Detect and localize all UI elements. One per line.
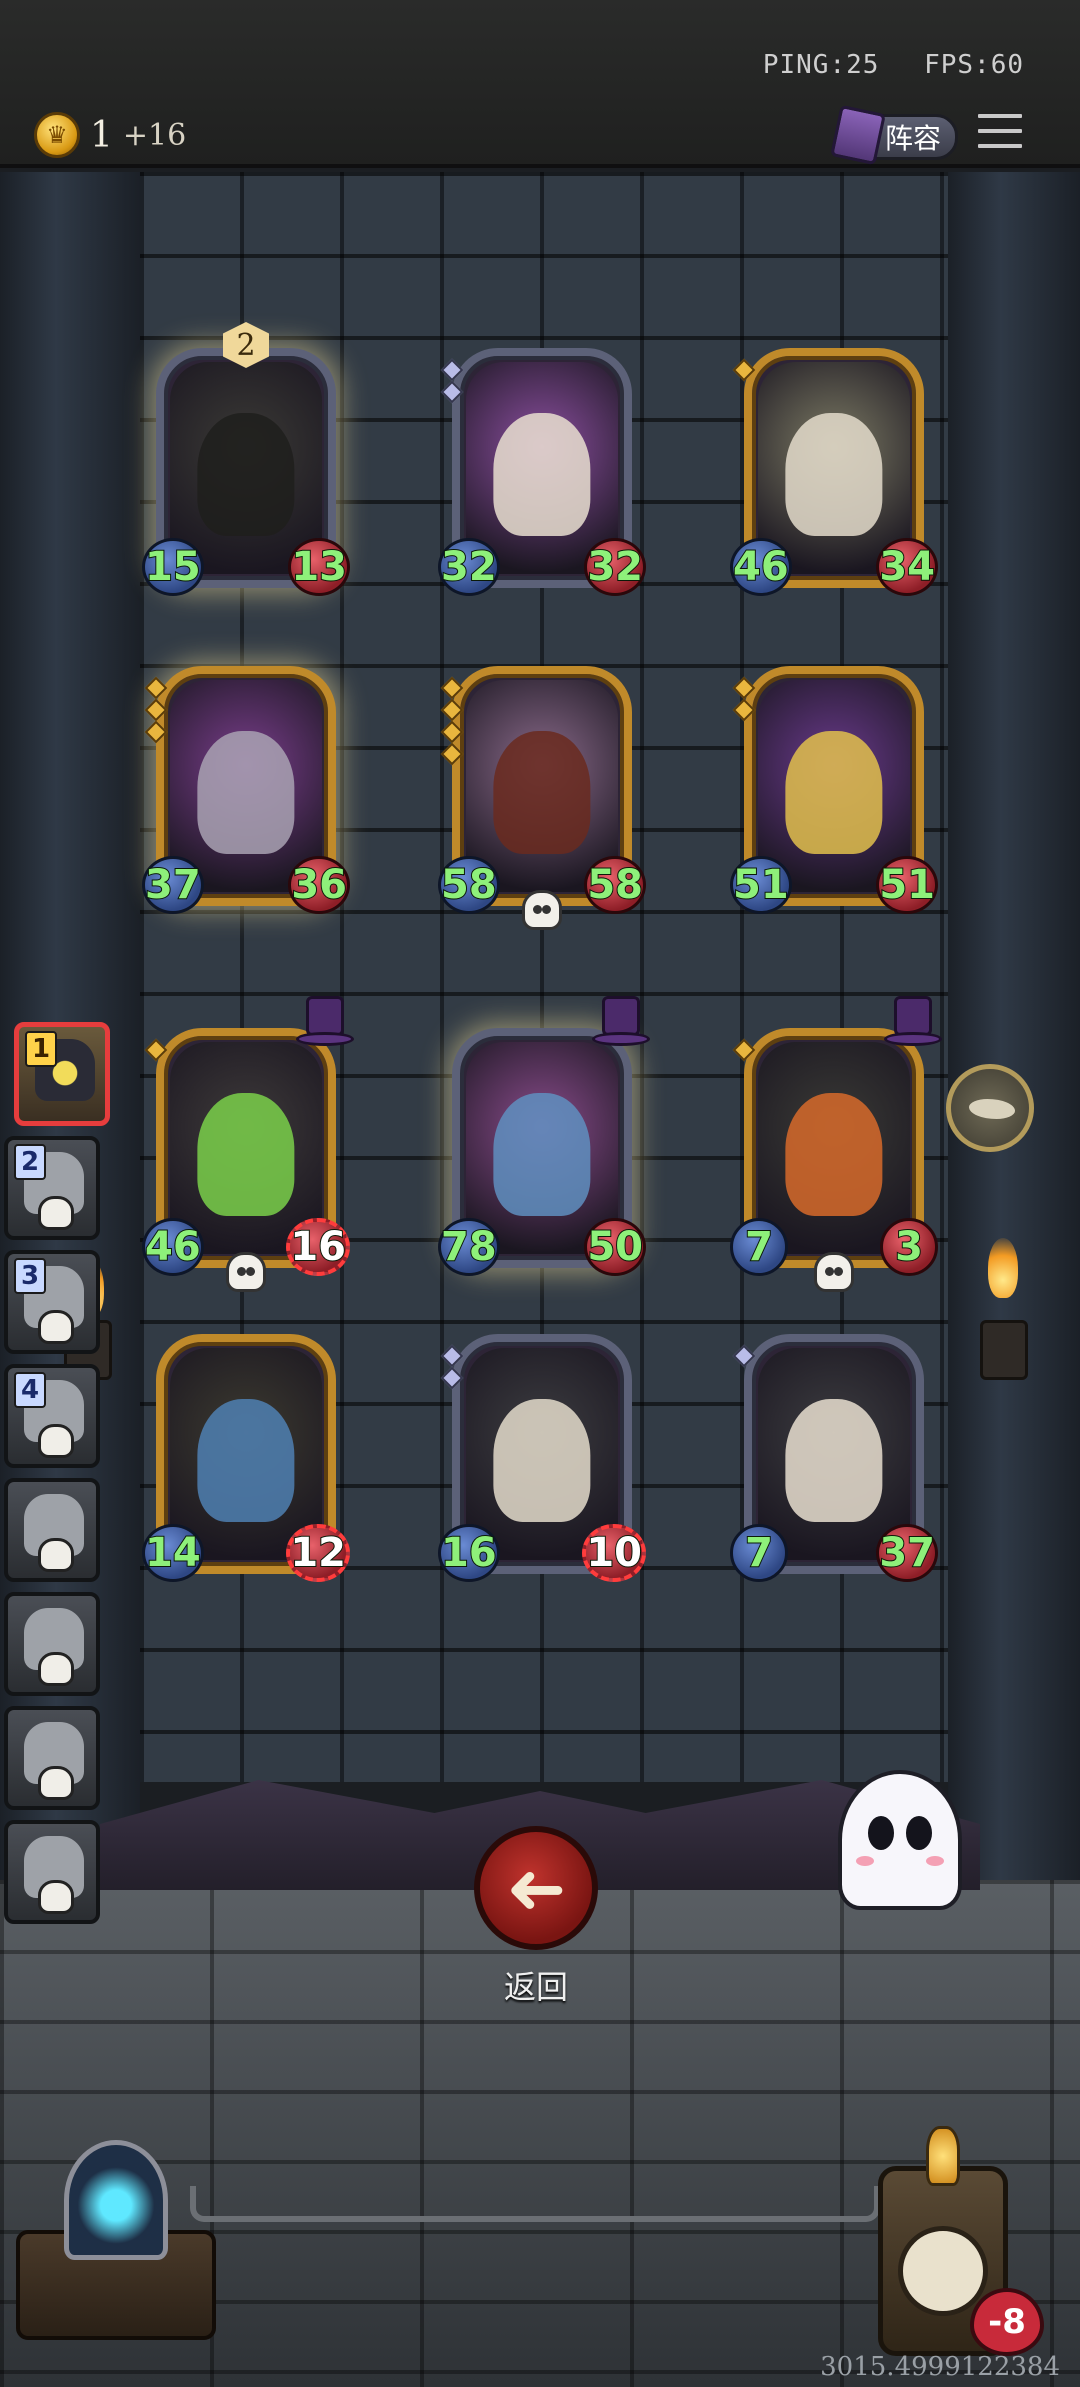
minion-attack: 7 <box>730 1218 788 1276</box>
minion-health: 50 <box>584 1218 646 1276</box>
minion-portrait <box>466 1042 618 1254</box>
tophat-icon <box>884 996 942 1046</box>
player-portrait[interactable] <box>4 1820 100 1924</box>
minion-health: 36 <box>288 856 350 914</box>
minion-portrait <box>466 362 618 574</box>
skull-icon <box>38 1652 74 1686</box>
deathrattle-skull-icon <box>814 1252 854 1292</box>
skull-icon <box>38 1196 74 1230</box>
return-label: 返回 <box>503 1968 568 2006</box>
minion-health: 16 <box>286 1218 350 1276</box>
player-rank: 2 <box>14 1144 46 1180</box>
minion-portrait <box>758 680 910 892</box>
player-rank: 1 <box>25 1031 57 1067</box>
skull-icon <box>38 1880 74 1914</box>
minion-portrait <box>758 1042 910 1254</box>
return-button[interactable]: ➜ <box>474 1826 598 1950</box>
fps-readout: FPS:60 <box>924 50 1024 80</box>
coin-value: 1 <box>90 114 113 156</box>
minion-attack: 32 <box>438 538 500 596</box>
hero-power-button[interactable] <box>946 1064 1034 1152</box>
lineup-button[interactable]: 阵容 <box>830 104 958 166</box>
minion-portrait <box>758 362 910 574</box>
minion-health: 32 <box>584 538 646 596</box>
minion-card-dragon-rider[interactable]: 73 <box>730 996 942 1292</box>
skull-icon <box>38 1310 74 1344</box>
top-bar: PING:25 FPS:60 ♛ 1 +16 阵容 <box>0 0 1080 168</box>
right-sconce <box>980 1320 1028 1380</box>
minion-card-golden-warrior[interactable]: 46 34 <box>730 348 938 596</box>
player-portrait[interactable]: 2 <box>4 1136 100 1240</box>
deathrattle-skull-icon <box>522 890 562 930</box>
minion-portrait <box>758 1348 910 1560</box>
minion-attack: 51 <box>730 856 792 914</box>
minion-health: 37 <box>876 1524 938 1582</box>
arrow-left-icon: ➜ <box>505 1846 567 1930</box>
minion-card-demon-beast[interactable]: 58 58 <box>438 666 646 930</box>
minion-portrait <box>170 362 322 574</box>
minion-card-armored-knight[interactable]: 2 15 13 <box>142 322 350 596</box>
minion-card-baby-blue-dragon[interactable]: 14 12 <box>142 1334 350 1582</box>
coin-counter: ♛ 1 +16 <box>34 112 186 158</box>
minion-attack: 14 <box>142 1524 204 1582</box>
minion-health: 12 <box>286 1524 350 1582</box>
skull-icon <box>38 1538 74 1572</box>
minion-attack: 58 <box>438 856 500 914</box>
minion-health: 10 <box>582 1524 646 1582</box>
minion-attack: 46 <box>142 1218 204 1276</box>
tophat-icon <box>592 996 650 1046</box>
minion-health: 58 <box>584 856 646 914</box>
minion-card-shadow-dragon[interactable]: 37 36 <box>142 666 350 914</box>
minion-card-white-dragon-2[interactable]: 7 37 <box>730 1334 938 1582</box>
ping-readout: PING:25 <box>762 50 880 80</box>
minion-attack: 78 <box>438 1218 500 1276</box>
portal-icon <box>64 2140 168 2260</box>
right-torch-flame <box>988 1238 1018 1298</box>
coin-icon: ♛ <box>34 112 80 158</box>
minion-health: 51 <box>876 856 938 914</box>
minion-portrait <box>466 680 618 892</box>
minion-attack: 37 <box>142 856 204 914</box>
health-delta-badge: -8 <box>970 2288 1044 2356</box>
player-rank: 3 <box>14 1258 46 1294</box>
minion-health: 13 <box>288 538 350 596</box>
ghost-emote[interactable] <box>838 1770 962 1910</box>
player-portrait[interactable] <box>4 1478 100 1582</box>
minion-card-golden-warrior-2[interactable]: 16 10 <box>438 1334 646 1582</box>
gauge-icon <box>898 2226 988 2316</box>
tavern-portal-button[interactable] <box>16 2140 216 2340</box>
minion-attack: 7 <box>730 1524 788 1582</box>
player-portrait[interactable]: 4 <box>4 1364 100 1468</box>
tophat-icon <box>296 996 354 1046</box>
minion-card-blue-dragon[interactable]: 78 50 <box>438 996 650 1276</box>
minion-card-white-dragon[interactable]: 32 32 <box>438 348 646 596</box>
minion-card-fire-sorcerer[interactable]: 51 51 <box>730 666 938 914</box>
book-icon <box>830 104 886 166</box>
player-portrait[interactable] <box>4 1592 100 1696</box>
minion-card-elf-chef[interactable]: 46 16 <box>142 996 354 1292</box>
deathrattle-skull-icon <box>226 1252 266 1292</box>
minion-attack: 15 <box>142 538 204 596</box>
minion-attack: 46 <box>730 538 792 596</box>
skull-icon <box>38 1424 74 1458</box>
bulb-icon <box>926 2126 960 2186</box>
right-pillar <box>948 172 1080 1892</box>
bottom-rail <box>190 2186 880 2222</box>
menu-button[interactable] <box>976 112 1024 158</box>
minion-health: 3 <box>880 1218 938 1276</box>
menu-icon <box>976 112 1024 120</box>
minion-attack: 16 <box>438 1524 500 1582</box>
player-portrait[interactable]: 3 <box>4 1250 100 1354</box>
health-delta: -8 <box>988 2302 1026 2342</box>
network-status: PING:25 FPS:60 <box>735 50 1024 80</box>
skull-icon <box>38 1766 74 1800</box>
player-portrait[interactable]: 1 <box>14 1022 110 1126</box>
player-portrait[interactable] <box>4 1706 100 1810</box>
lineup-label: 阵容 <box>884 122 941 155</box>
minion-portrait <box>170 680 322 892</box>
player-rank: 4 <box>14 1372 46 1408</box>
minion-health: 34 <box>876 538 938 596</box>
coin-income: +16 <box>122 117 187 153</box>
seed-readout: 3015.4999122384 <box>820 2352 1060 2382</box>
